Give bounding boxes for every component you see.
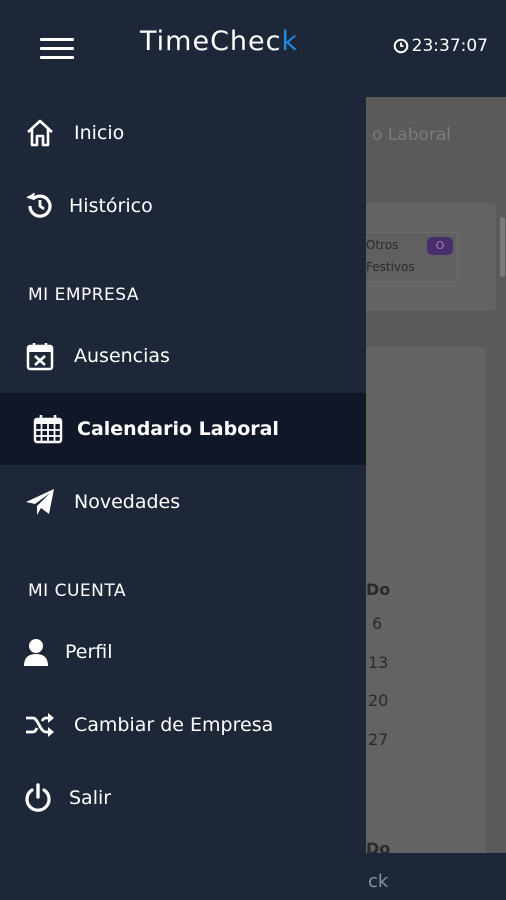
day-header-sunday: Do (366, 580, 391, 599)
legend-otros: Otros (366, 238, 399, 252)
nav-item-cambiar-empresa[interactable]: Cambiar de Empresa (0, 689, 366, 761)
footer-text: ck (368, 871, 389, 892)
nav-item-calendario-laboral[interactable]: Calendario Laboral (0, 393, 366, 465)
history-icon (24, 190, 56, 222)
nav-label: Ausencias (74, 345, 170, 367)
app-logo: TimeCheck (140, 26, 299, 57)
calendar-day[interactable]: 6 (372, 614, 382, 633)
nav-item-novedades[interactable]: Novedades (0, 466, 366, 538)
menu-toggle-button[interactable] (40, 36, 76, 62)
app-header: TimeCheck 23:37:07 (0, 0, 506, 97)
nav-item-perfil[interactable]: Perfil (0, 616, 366, 688)
clock-icon (393, 38, 408, 54)
calendar-day[interactable]: 13 (368, 653, 388, 672)
home-icon (24, 117, 56, 149)
nav-label: Histórico (69, 195, 153, 217)
clock-time: 23:37:07 (411, 36, 488, 56)
nav-label: Salir (69, 787, 112, 809)
paper-plane-icon (24, 486, 56, 518)
nav-label: Calendario Laboral (77, 418, 279, 440)
page-title-fragment: o Laboral (372, 125, 452, 145)
nav-label: Perfil (65, 641, 113, 663)
calendar-day[interactable]: 20 (368, 691, 388, 710)
calendar-card (366, 347, 486, 900)
calendar-grid-icon (32, 413, 64, 445)
section-header-mi-empresa: MI EMPRESA (28, 285, 140, 305)
section-header-mi-cuenta: MI CUENTA (28, 581, 127, 601)
power-icon (22, 782, 54, 814)
shuffle-icon (24, 709, 56, 741)
clock: 23:37:07 (393, 36, 488, 56)
legend-festivos: Festivos (366, 260, 415, 274)
nav-label: Novedades (74, 491, 181, 513)
background-page: o Laboral Otros O Festivos Do 6 13 20 27… (366, 97, 506, 900)
nav-item-ausencias[interactable]: Ausencias (0, 320, 366, 392)
scrollbar (500, 217, 505, 277)
nav-label: Inicio (74, 122, 125, 144)
calendar-x-icon (24, 340, 56, 372)
nav-item-historico[interactable]: Histórico (0, 170, 366, 242)
nav-item-salir[interactable]: Salir (0, 762, 366, 834)
user-icon (20, 636, 52, 668)
legend-badge: O (427, 237, 453, 255)
nav-label: Cambiar de Empresa (74, 714, 274, 736)
calendar-day[interactable]: 27 (368, 730, 388, 749)
navigation-drawer: Inicio Histórico MI EMPRESA Ausencias Ca… (0, 97, 366, 900)
nav-item-inicio[interactable]: Inicio (0, 97, 366, 169)
